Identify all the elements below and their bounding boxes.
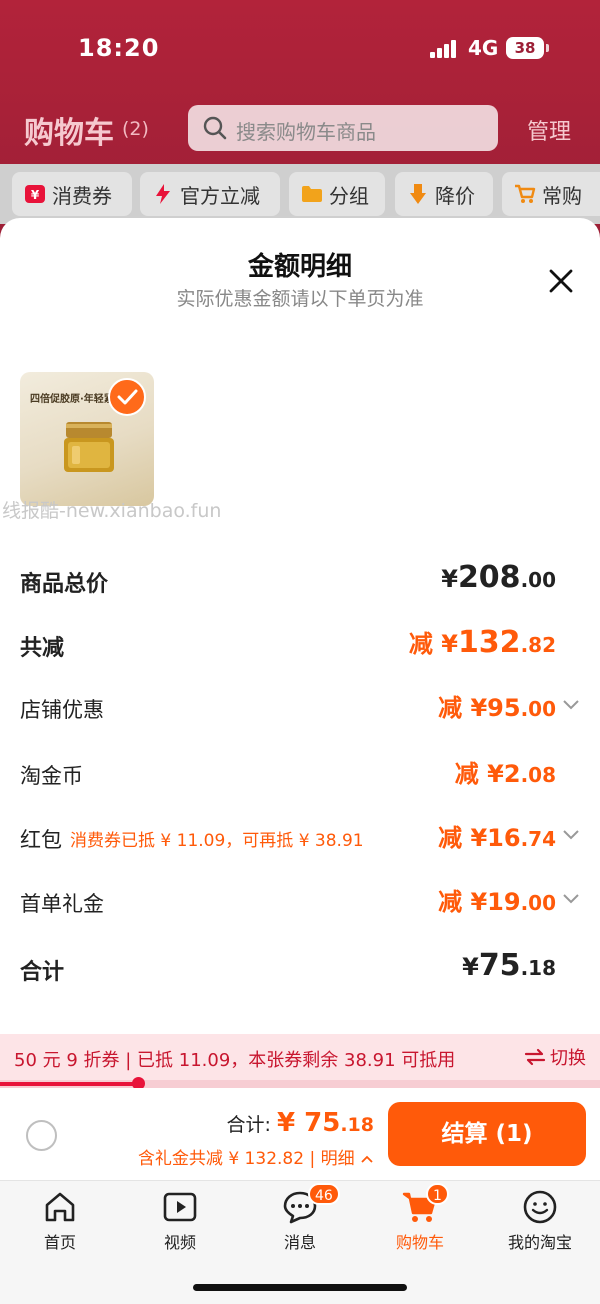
switch-coupon-button[interactable]: 切换 <box>524 1044 586 1070</box>
sheet-subtitle: 实际优惠金额请以下单页为准 <box>176 288 424 310</box>
chevron-down-icon[interactable] <box>562 828 580 842</box>
chip-official-discount[interactable]: 官方立减 <box>140 172 280 216</box>
row-value: 减 ¥95.00 <box>438 694 556 722</box>
row-subtotal: 商品总价 ¥208.00 <box>20 560 580 600</box>
messages-badge: 46 <box>308 1183 340 1205</box>
tab-video[interactable]: 视频 <box>120 1189 240 1259</box>
signal-icon <box>430 38 460 58</box>
sheet-title: 金额明细 <box>247 252 352 282</box>
tab-label: 视频 <box>163 1233 196 1252</box>
cart-item-count: (2) <box>122 118 149 140</box>
search-placeholder: 搜索购物车商品 <box>236 120 376 144</box>
chevron-up-icon <box>361 1155 373 1163</box>
chevron-down-icon[interactable] <box>562 698 580 712</box>
chip-price-drop[interactable]: 降价 <box>395 172 493 216</box>
switch-icon <box>524 1048 546 1066</box>
tab-label: 我的淘宝 <box>507 1233 572 1252</box>
row-red-packet[interactable]: 红包 消费券已抵 ¥ 11.09，可再抵 ¥ 38.91 减 ¥16.74 <box>20 818 580 858</box>
row-label: 共减 <box>20 636 65 661</box>
settle-total-label: 合计: <box>226 1114 277 1136</box>
status-time: 18:20 <box>78 34 160 62</box>
video-icon <box>163 1192 197 1222</box>
tab-my-taobao[interactable]: 我的淘宝 <box>480 1189 600 1259</box>
row-label: 红包 <box>20 828 62 852</box>
cream-jar-image <box>64 422 114 472</box>
row-total-discount: 共减 减 ¥132.82 <box>20 624 580 664</box>
product-headline: 四倍促胶原·年轻紧 <box>30 394 114 405</box>
row-value: 减 ¥132.82 <box>408 625 556 660</box>
coupon-progress-fill <box>0 1082 138 1086</box>
row-label: 首单礼金 <box>20 892 104 916</box>
settle-discount-detail[interactable]: 含礼金共减 ¥ 132.82 | 明细 <box>138 1144 374 1169</box>
row-value: 减 ¥2.08 <box>454 760 556 788</box>
chevron-down-icon[interactable] <box>562 892 580 906</box>
settlement-bar: 合计: ¥ 75.18 含礼金共减 ¥ 132.82 | 明细 结算 (1) <box>0 1088 600 1180</box>
folder-icon <box>301 183 323 205</box>
network-type: 4G <box>468 36 499 60</box>
tab-label: 首页 <box>43 1233 76 1252</box>
arrow-down-icon <box>407 183 429 205</box>
settle-total-value: ¥ 75.18 <box>276 1108 374 1138</box>
close-icon[interactable] <box>544 264 578 298</box>
filter-chips: ¥ 消费券 官方立减 分组 降价 常购 <box>0 164 600 224</box>
amount-details-sheet: 金额明细 实际优惠金额请以下单页为准 四倍促胶原·年轻紧 线报酷-new.xia… <box>0 218 600 1088</box>
coupon-progress-bar <box>0 1077 600 1090</box>
tab-messages[interactable]: 46 消息 <box>240 1183 360 1259</box>
status-bar: 18:20 4G 38 <box>0 0 600 96</box>
home-icon <box>45 1192 75 1222</box>
row-shop-discount[interactable]: 店铺优惠 减 ¥95.00 <box>20 688 580 728</box>
tab-label: 消息 <box>283 1233 316 1252</box>
row-first-order[interactable]: 首单礼金 减 ¥19.00 <box>20 882 580 922</box>
row-value: 减 ¥19.00 <box>438 888 556 916</box>
chip-label: 降价 <box>435 183 475 208</box>
page-title: 购物车 <box>24 116 114 151</box>
chip-label: 官方立减 <box>180 183 260 208</box>
row-label: 店铺优惠 <box>20 698 104 722</box>
cart-icon <box>514 183 536 205</box>
svg-text:¥: ¥ <box>31 188 40 202</box>
selected-check-icon <box>108 378 146 416</box>
tab-home[interactable]: 首页 <box>0 1189 120 1259</box>
row-value: ¥75.18 <box>462 948 556 983</box>
search-input[interactable]: 搜索购物车商品 <box>188 105 498 151</box>
home-indicator <box>193 1284 407 1291</box>
chip-label: 常购 <box>542 183 582 208</box>
settle-total: 合计: ¥ 75.18 <box>227 1108 374 1138</box>
red-packet-note: 消费券已抵 ¥ 11.09，可再抵 ¥ 38.91 <box>70 831 364 851</box>
select-all-checkbox[interactable] <box>26 1120 57 1151</box>
tab-label: 购物车 <box>395 1233 444 1252</box>
cart-header-background: 18:20 4G 38 购物车 (2) 搜索购物车商品 管理 ¥ 消费券 官方立… <box>0 0 600 240</box>
row-total: 合计 ¥75.18 <box>20 948 580 988</box>
chip-label: 分组 <box>329 183 369 208</box>
row-label: 淘金币 <box>20 764 83 788</box>
row-coins: 淘金币 减 ¥2.08 <box>20 754 580 794</box>
switch-label: 切换 <box>550 1048 586 1069</box>
checkout-button[interactable]: 结算 (1) <box>388 1102 586 1166</box>
row-value: 减 ¥16.74 <box>438 824 556 852</box>
coupon-banner: 50 元 9 折券 | 已抵 11.09，本张券剩余 38.91 可抵用 切换 <box>0 1034 600 1080</box>
battery-icon: 38 <box>506 37 549 59</box>
row-label: 商品总价 <box>20 572 109 597</box>
row-label: 合计 <box>20 960 65 985</box>
settle-discount-text: 含礼金共减 ¥ 132.82 | 明细 <box>137 1149 355 1169</box>
watermark-text: 线报酷-new.xianbao.fun <box>2 500 222 522</box>
lightning-icon <box>152 183 174 205</box>
chip-coupon[interactable]: ¥ 消费券 <box>12 172 132 216</box>
chip-frequent[interactable]: 常购 <box>502 172 600 216</box>
chip-group[interactable]: 分组 <box>289 172 385 216</box>
search-icon <box>203 116 227 140</box>
tab-cart[interactable]: 1 购物车 <box>360 1183 480 1259</box>
profile-icon <box>523 1190 557 1224</box>
row-value: ¥208.00 <box>441 560 556 595</box>
coupon-icon: ¥ <box>24 183 46 205</box>
coupon-banner-text: 50 元 9 折券 | 已抵 11.09，本张券剩余 38.91 可抵用 <box>14 1050 456 1071</box>
manage-button[interactable]: 管理 <box>527 114 571 146</box>
cart-badge: 1 <box>426 1183 449 1205</box>
chip-label: 消费券 <box>52 183 112 208</box>
